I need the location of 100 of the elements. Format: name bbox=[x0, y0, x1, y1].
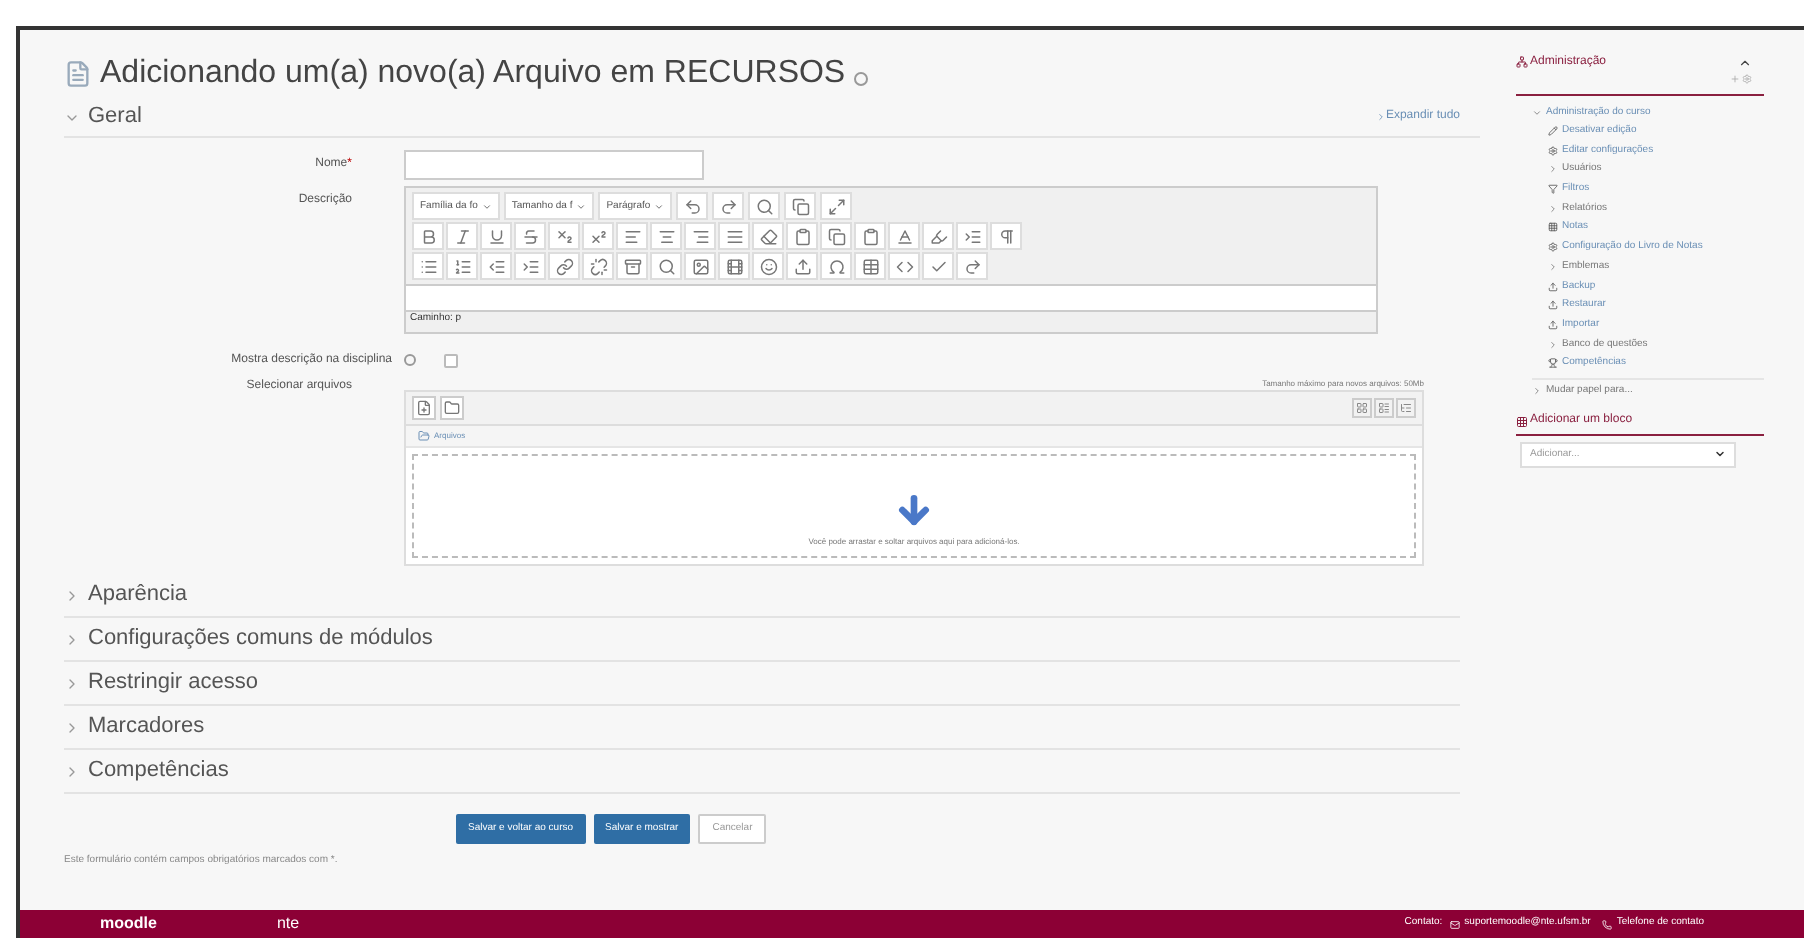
page-title: Adicionando um(a) novo(a) Arquivo em RECURSOS bbox=[100, 54, 846, 94]
item-icon bbox=[1548, 184, 1558, 195]
section-header[interactable]: Marcadores bbox=[64, 706, 1460, 750]
section-header[interactable]: Competências bbox=[64, 750, 1460, 794]
toolbar-button[interactable] bbox=[888, 252, 920, 280]
toolbar-icon bbox=[657, 257, 675, 275]
admin-icon bbox=[1516, 56, 1528, 68]
toolbar-icon bbox=[759, 257, 777, 275]
toolbar-icon bbox=[487, 227, 505, 245]
toolbar-button[interactable] bbox=[786, 252, 818, 280]
toolbar-icon bbox=[929, 227, 947, 245]
name-input[interactable] bbox=[404, 149, 704, 179]
toolbar-icon bbox=[861, 257, 879, 275]
toolbar-icon bbox=[997, 227, 1015, 245]
section-header[interactable]: Geral bbox=[64, 100, 142, 134]
toolbar-button[interactable] bbox=[922, 222, 954, 250]
chevron-down-icon bbox=[1532, 108, 1542, 118]
toolbar-button[interactable] bbox=[922, 252, 954, 280]
toolbar-button[interactable] bbox=[650, 222, 682, 250]
toolbar-icon bbox=[963, 257, 981, 275]
toolbar-icon bbox=[521, 227, 539, 245]
toolbar-button[interactable] bbox=[820, 192, 853, 220]
toolbar-button[interactable] bbox=[956, 222, 988, 250]
toolbar-icon bbox=[453, 227, 471, 245]
nte-logo: nte bbox=[276, 912, 300, 936]
toolbar-button[interactable] bbox=[514, 252, 546, 280]
toolbar-icon bbox=[555, 227, 573, 245]
toolbar-button[interactable] bbox=[582, 252, 614, 280]
toolbar-button[interactable] bbox=[676, 192, 709, 220]
toolbar-icon bbox=[725, 257, 743, 275]
toolbar-icon bbox=[895, 227, 913, 245]
toolbar-icon bbox=[683, 197, 702, 215]
toolbar-button[interactable] bbox=[956, 252, 988, 280]
toolbar-button[interactable] bbox=[480, 252, 512, 280]
toolbar-icon bbox=[929, 257, 947, 275]
toolbar-button[interactable] bbox=[582, 222, 614, 250]
toolbar-button[interactable] bbox=[786, 222, 818, 250]
toolbar-icon bbox=[725, 227, 743, 245]
toolbar-button[interactable] bbox=[412, 252, 444, 280]
item-icon bbox=[1548, 222, 1558, 233]
toolbar-button[interactable] bbox=[616, 222, 648, 250]
caret-icon bbox=[576, 201, 587, 211]
toolbar-icon bbox=[521, 257, 539, 275]
add-file-icon[interactable] bbox=[412, 396, 436, 420]
toolbar-button[interactable] bbox=[650, 252, 682, 280]
toolbar-icon bbox=[963, 227, 981, 245]
toolbar-button[interactable] bbox=[718, 252, 750, 280]
chevron-right-icon bbox=[1375, 112, 1386, 122]
toolbar-icon bbox=[453, 257, 471, 275]
item-icon bbox=[1548, 242, 1558, 253]
toolbar-button[interactable] bbox=[616, 252, 648, 280]
item-icon bbox=[1548, 145, 1558, 156]
item-icon bbox=[1548, 281, 1558, 291]
tree-view-icon[interactable] bbox=[1396, 398, 1416, 418]
section-header[interactable]: Restringir acesso bbox=[64, 662, 1460, 706]
grid-view-icon[interactable] bbox=[1352, 398, 1372, 418]
toolbar-button[interactable] bbox=[784, 192, 817, 220]
toolbar-button[interactable] bbox=[820, 252, 852, 280]
toolbar-button[interactable] bbox=[718, 222, 750, 250]
list-view-icon[interactable] bbox=[1374, 398, 1394, 418]
toolbar-button[interactable] bbox=[854, 252, 886, 280]
item-icon bbox=[1548, 319, 1558, 330]
moodle-logo: moodle bbox=[100, 912, 157, 936]
toolbar-button[interactable] bbox=[412, 222, 444, 250]
toolbar-button[interactable] bbox=[684, 252, 716, 280]
toolbar-button[interactable] bbox=[990, 222, 1022, 250]
folder-icon[interactable] bbox=[440, 396, 464, 420]
toolbar-button[interactable] bbox=[748, 192, 781, 220]
toolbar-button[interactable] bbox=[446, 252, 478, 280]
toolbar-button[interactable] bbox=[548, 252, 580, 280]
toolbar-icon bbox=[759, 227, 777, 245]
caret-icon bbox=[481, 201, 492, 211]
chevron-right-icon bbox=[1532, 385, 1542, 396]
toolbar-button[interactable] bbox=[548, 222, 580, 250]
chevron-right-icon bbox=[64, 631, 80, 647]
settings-icon bbox=[1742, 74, 1752, 84]
toolbar-icon bbox=[793, 227, 811, 245]
toolbar-button[interactable] bbox=[888, 222, 920, 250]
section-header[interactable]: Configurações comuns de módulos bbox=[64, 618, 1460, 662]
toolbar-icon bbox=[691, 257, 709, 275]
toolbar-button[interactable] bbox=[684, 222, 716, 250]
toolbar-button[interactable] bbox=[712, 192, 745, 220]
toolbar-icon bbox=[827, 227, 845, 245]
toolbar-icon bbox=[895, 257, 913, 275]
checkbox[interactable] bbox=[444, 353, 458, 367]
section-header[interactable]: Aparência bbox=[64, 574, 1460, 618]
toolbar-button[interactable] bbox=[480, 222, 512, 250]
toolbar-button[interactable] bbox=[514, 222, 546, 250]
chevron-right-icon bbox=[1548, 339, 1558, 350]
toolbar-button[interactable] bbox=[854, 222, 886, 250]
toolbar-button[interactable] bbox=[446, 222, 478, 250]
toolbar-icon bbox=[657, 227, 675, 245]
chevron-right-icon bbox=[1548, 203, 1558, 214]
help-icon bbox=[404, 354, 416, 366]
toolbar-button[interactable] bbox=[752, 222, 784, 250]
toolbar-icon bbox=[793, 257, 811, 275]
chevron-right-icon bbox=[1548, 261, 1558, 272]
collapse-icon bbox=[1738, 55, 1752, 69]
toolbar-button[interactable] bbox=[752, 252, 784, 280]
toolbar-button[interactable] bbox=[820, 222, 852, 250]
